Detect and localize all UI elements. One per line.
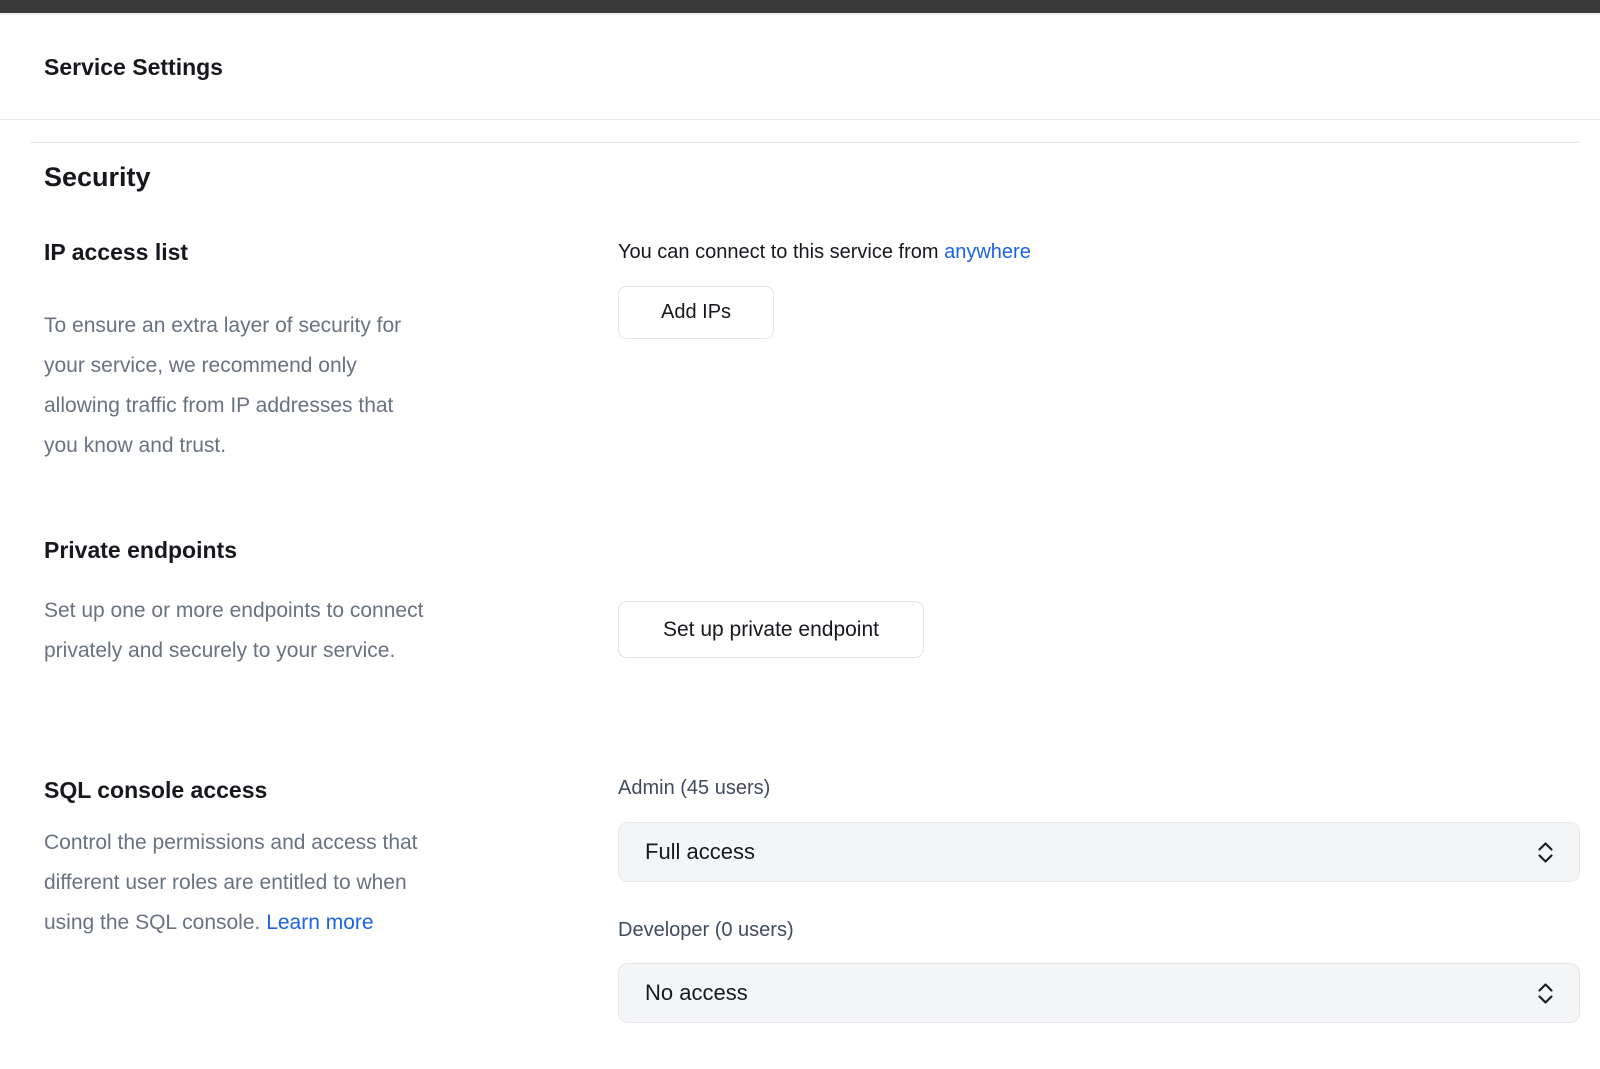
developer-access-select[interactable]: No access <box>618 963 1580 1023</box>
sql-console-access-left: SQL console access Control the permissio… <box>44 777 618 943</box>
sql-console-access-right: Admin (45 users) Full access Developer (… <box>618 777 1580 1023</box>
ip-access-list-left: IP access list To ensure an extra layer … <box>44 239 618 466</box>
setup-private-endpoint-button[interactable]: Set up private endpoint <box>618 601 924 658</box>
add-ips-button[interactable]: Add IPs <box>618 286 774 339</box>
ip-access-list-row: IP access list To ensure an extra layer … <box>44 239 1580 466</box>
ip-access-list-description: To ensure an extra layer of security for… <box>44 306 618 466</box>
admin-access-selected-value: Full access <box>645 839 755 865</box>
sql-console-access-heading: SQL console access <box>44 777 618 803</box>
learn-more-link[interactable]: Learn more <box>266 911 373 934</box>
ip-access-list-right: You can connect to this service from any… <box>618 239 1580 339</box>
private-endpoints-left: Private endpoints Set up one or more end… <box>44 537 618 671</box>
page-title: Service Settings <box>44 54 223 81</box>
private-endpoints-row: Private endpoints Set up one or more end… <box>44 537 1580 671</box>
select-up-down-chevron-icon <box>1536 839 1555 866</box>
private-endpoints-heading: Private endpoints <box>44 537 618 563</box>
sql-console-access-row: SQL console access Control the permissio… <box>44 777 1580 1023</box>
connect-from-status: You can connect to this service from any… <box>618 239 1580 265</box>
developer-access-selected-value: No access <box>645 980 748 1006</box>
anywhere-link[interactable]: anywhere <box>944 241 1031 263</box>
page-header: Service Settings <box>0 15 1600 120</box>
security-section-title: Security <box>44 162 1580 193</box>
section-top-divider <box>30 142 1580 143</box>
select-up-down-chevron-icon <box>1536 980 1555 1007</box>
ip-access-list-heading: IP access list <box>44 239 618 265</box>
developer-users-label: Developer (0 users) <box>618 919 1580 941</box>
sql-console-access-description: Control the permissions and access that … <box>44 823 618 943</box>
private-endpoints-description: Set up one or more endpoints to connect … <box>44 591 618 671</box>
admin-access-select[interactable]: Full access <box>618 822 1580 882</box>
browser-window-bar <box>0 0 1600 15</box>
private-endpoints-right: Set up private endpoint <box>618 537 1580 658</box>
admin-users-label: Admin (45 users) <box>618 777 1580 799</box>
settings-content: Security IP access list To ensure an ext… <box>0 142 1600 1023</box>
